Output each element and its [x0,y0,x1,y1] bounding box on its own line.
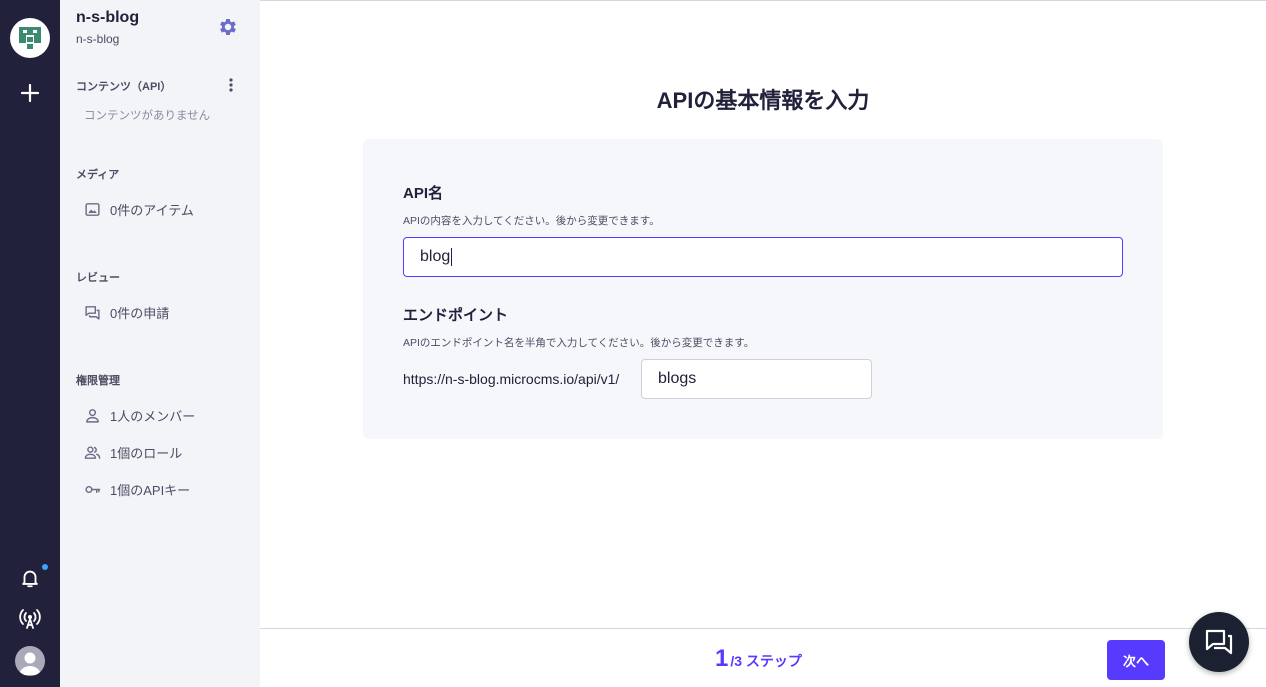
chat-icon [1205,629,1233,655]
chat-button[interactable] [1189,612,1249,672]
plus-icon[interactable] [18,81,42,105]
review-icon [85,305,100,320]
sidebar-item-api-keys[interactable]: 1個のAPIキー [84,478,190,500]
logo-icon[interactable] [10,18,50,58]
people-icon [84,445,101,459]
endpoint-label: エンドポイント [403,307,509,324]
endpoint-help: APIのエンドポイント名を半角で入力してください。後から変更できます。 [403,337,755,349]
api-name-help: APIの内容を入力してください。後から変更できます。 [403,215,660,227]
main-panel: APIの基本情報を入力 API名 APIの内容を入力してください。後から変更でき… [260,0,1266,687]
person-icon [86,408,99,423]
next-button[interactable]: 次へ [1107,640,1165,680]
kebab-icon[interactable] [224,77,238,93]
content-section-title: コンテンツ（API） [76,81,172,93]
app-rail [0,0,60,687]
key-icon [85,485,101,493]
bell-icon[interactable] [19,567,41,589]
endpoint-value: blogs [658,370,697,387]
content-empty-note: コンテンツがありません [84,110,211,122]
endpoint-url-prefix: https://n-s-blog.microcms.io/api/v1/ [403,371,620,387]
sidebar-item-label: 0件の申請 [110,305,170,321]
sidebar-item-label: 1人のメンバー [110,408,196,424]
endpoint-input[interactable]: blogs [641,359,872,399]
total-steps: /3 ステップ [730,653,802,669]
text-caret [451,248,453,266]
avatar-icon[interactable] [15,646,45,676]
sidebar-item-label: 1個のAPIキー [110,482,191,498]
service-id: n-s-blog [76,32,120,46]
api-name-value: blog [420,248,451,265]
api-name-input[interactable]: blog [403,237,1123,277]
page-title: APIの基本情報を入力 [656,88,870,113]
media-section-title: メディア [76,169,120,181]
sidebar-item-members[interactable]: 1人のメンバー [84,404,195,426]
api-name-label: API名 [403,185,444,202]
notification-dot [42,564,48,570]
review-section-title: レビュー [76,272,120,284]
sidebar-item-roles[interactable]: 1個のロール [84,441,182,463]
antenna-icon[interactable] [18,607,42,631]
sidebar-item-label: 0件のアイテム [110,202,194,218]
sidebar-item-label: 1個のロール [110,445,183,461]
permission-section-title: 権限管理 [76,375,120,387]
sidebar-item-review[interactable]: 0件の申請 [84,301,169,323]
gear-icon[interactable] [217,16,239,38]
image-icon [85,202,100,216]
footer-bar: 1/3 ステップ 次へ [260,628,1266,687]
step-indicator: 1/3 ステップ [715,645,802,673]
sidebar-item-media[interactable]: 0件のアイテム [84,198,194,220]
service-name: n-s-blog [76,9,140,26]
api-form-card: API名 APIの内容を入力してください。後から変更できます。 blog エンド… [363,139,1163,439]
sidebar: n-s-blog n-s-blog コンテンツ（API） コンテンツがありません… [60,0,260,687]
current-step: 1 [715,645,729,672]
